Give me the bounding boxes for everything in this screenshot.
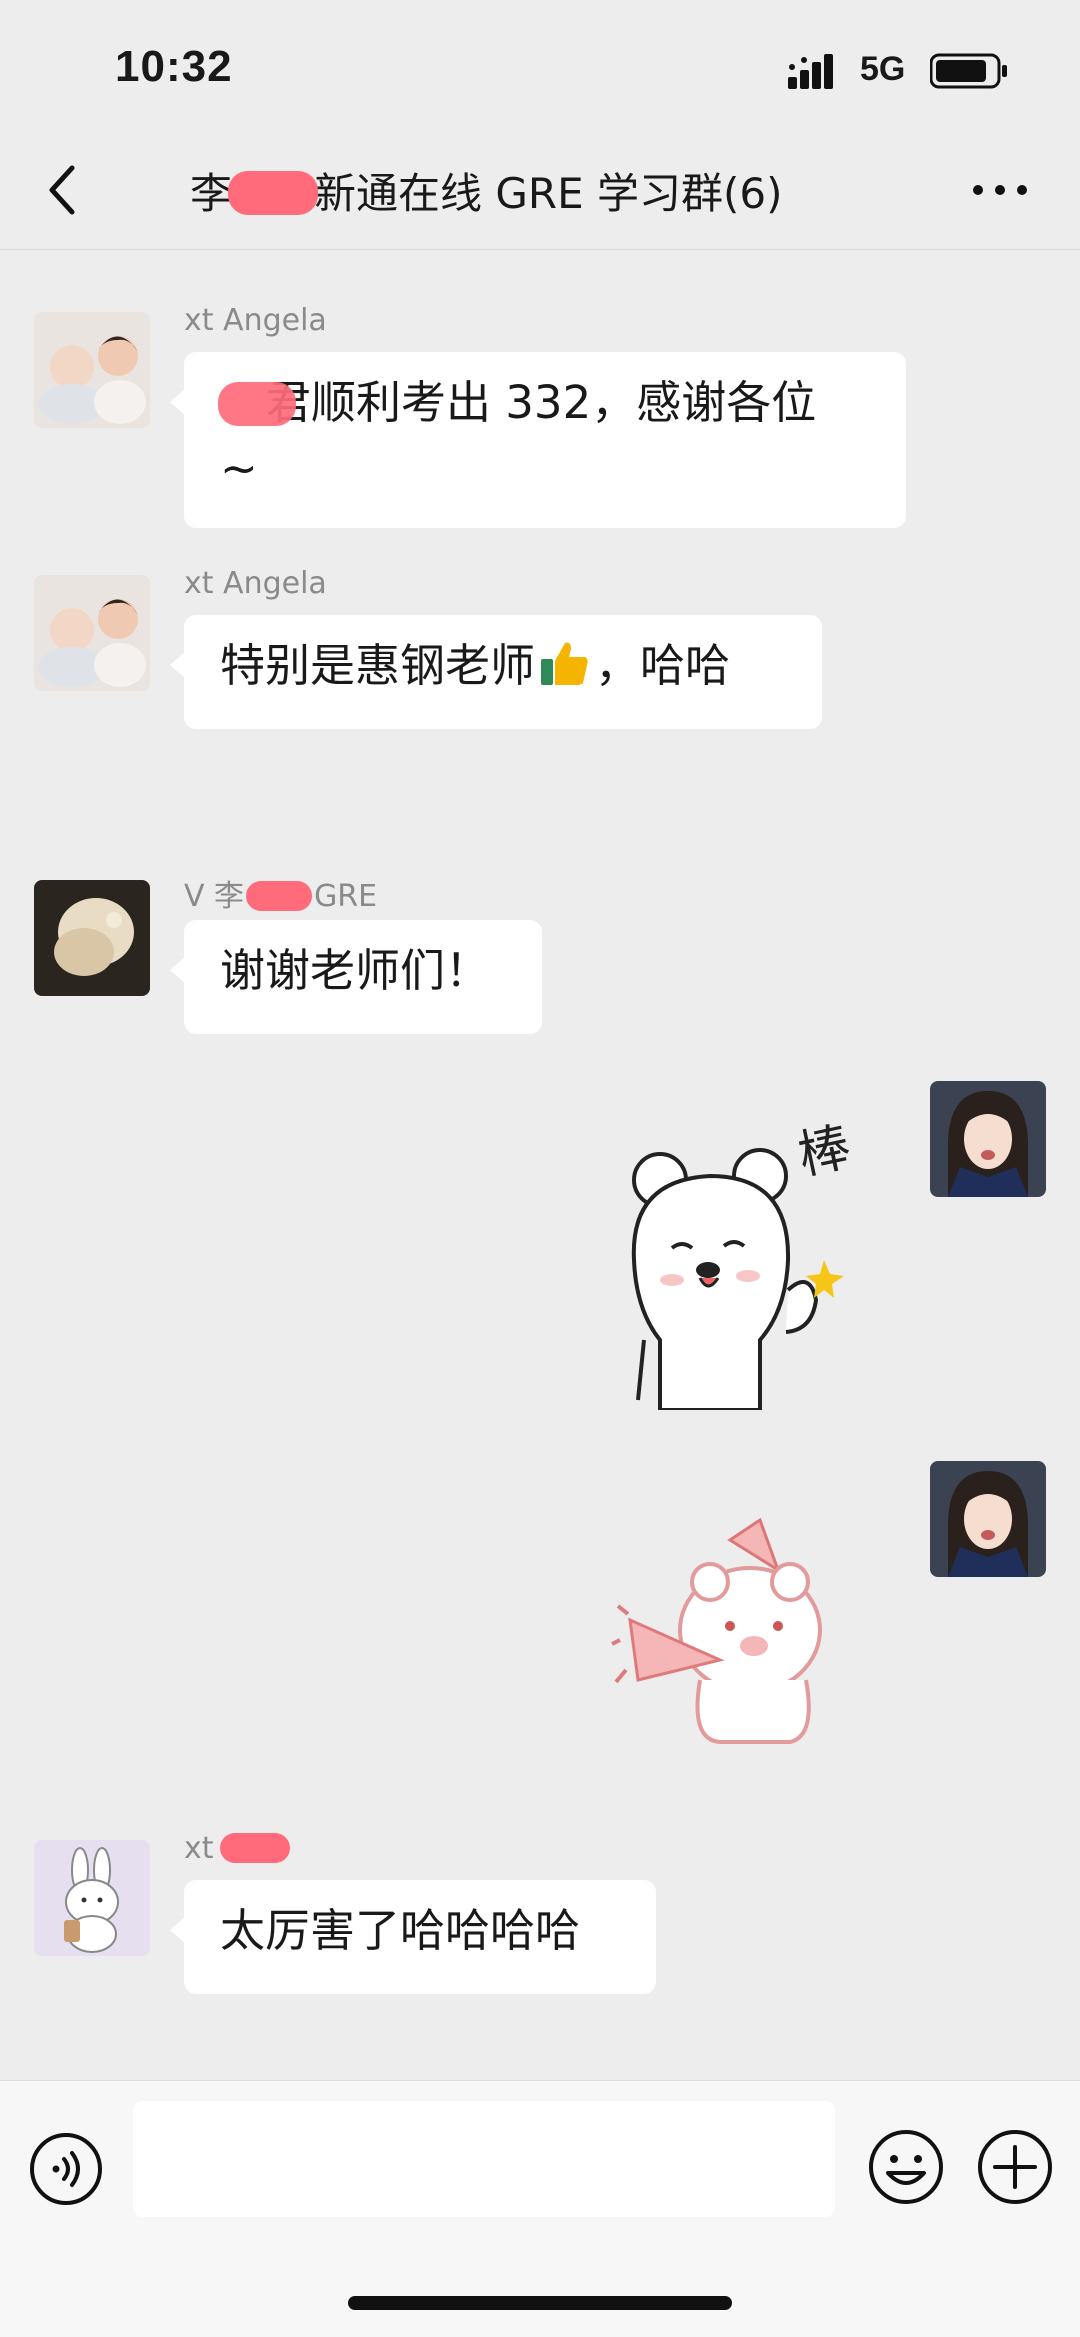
battery-icon [930, 53, 1007, 89]
message-bubble[interactable]: 特别是惠钢老师 ，哈哈 [170, 615, 822, 729]
avatar[interactable] [34, 575, 150, 691]
redaction-mark [218, 382, 296, 426]
thumbs-up-icon [541, 642, 588, 685]
redaction-mark [219, 1832, 290, 1863]
avatar[interactable] [34, 880, 150, 996]
nav-bar: 李 新通在线 GRE 学习群(6) [0, 130, 1080, 250]
plus-icon[interactable] [975, 2127, 1055, 2207]
avatar[interactable] [930, 1461, 1046, 1577]
avatar[interactable] [34, 312, 150, 428]
message-bubble[interactable]: 谢谢老师们！ [170, 920, 542, 1034]
sender-name: V 李 GRE [184, 879, 378, 914]
sender-name: xt [184, 1831, 296, 1866]
avatar[interactable] [34, 1840, 150, 1956]
bear-thumbs-up-sticker[interactable]: 棒 [620, 1110, 860, 1410]
status-time: 10:32 [115, 42, 233, 91]
chevron-left-icon[interactable] [40, 160, 90, 220]
more-dots-icon[interactable] [970, 178, 1030, 202]
message-text: 特别是惠钢老师 [220, 639, 536, 692]
network-label: 5G [860, 50, 906, 88]
redaction-mark [246, 880, 313, 911]
home-indicator [348, 2296, 732, 2310]
redaction-mark [228, 170, 319, 215]
message-input[interactable] [133, 2101, 835, 2217]
sticker-text: 棒 [793, 1117, 856, 1187]
message-text: ~ [220, 442, 258, 495]
message-text: 太厉害了哈哈哈哈 [220, 1904, 581, 1957]
chat-title-right: 新通在线 GRE 学习群(6) [314, 169, 783, 218]
sender-name: xt Angela [184, 566, 327, 601]
message-text: ，哈哈 [595, 639, 731, 692]
chat-title: 李 新通在线 GRE 学习群(6) [190, 160, 910, 221]
message-bubble[interactable]: 君顺利考出 332，感谢各位 ~ [170, 352, 906, 528]
chat-title-left: 李 [190, 169, 233, 218]
sender-name: xt Angela [184, 303, 327, 338]
bear-party-horn-sticker[interactable] [610, 1510, 840, 1750]
avatar[interactable] [930, 1081, 1046, 1197]
message-bubble[interactable]: 太厉害了哈哈哈哈 [170, 1880, 656, 1994]
signal-icon [788, 54, 833, 89]
message-text: 君顺利考出 332，感谢各位 [266, 376, 817, 429]
emoji-icon[interactable] [866, 2127, 946, 2207]
status-bar: 10:32 5G [0, 0, 1080, 130]
voice-icon[interactable] [28, 2131, 104, 2207]
message-text: 谢谢老师们！ [220, 944, 491, 997]
